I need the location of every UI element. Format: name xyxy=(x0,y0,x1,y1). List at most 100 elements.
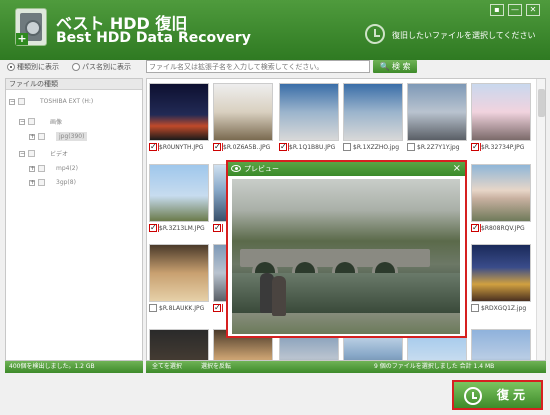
file-name: $R0UNYTH.JPG xyxy=(159,143,204,151)
plus-icon: + xyxy=(16,32,28,45)
tree-checkbox[interactable] xyxy=(28,150,35,157)
file-item[interactable]: $RDXGQ1Z.jpg xyxy=(471,244,533,312)
file-item[interactable]: $R.1Q1B8U.JPG xyxy=(279,83,341,151)
file-checkbox[interactable] xyxy=(149,224,159,232)
radio-dot xyxy=(7,63,15,71)
tree-item-label: TOSHIBA EXT (H:) xyxy=(40,98,94,105)
file-thumbnail[interactable] xyxy=(343,83,403,141)
file-name: $R.0Z6A5B..JPG xyxy=(223,143,271,151)
radio-view-by-type[interactable]: 種類別に表示 xyxy=(7,62,59,72)
file-checkbox[interactable] xyxy=(213,304,223,312)
radio-dot xyxy=(72,63,80,71)
tree-checkbox[interactable] xyxy=(38,179,45,186)
file-item[interactable]: $R0UNYTH.JPG xyxy=(149,83,211,151)
file-name: $RDXGQ1Z.jpg xyxy=(481,304,527,312)
preview-titlebar: プレビュー × xyxy=(228,162,465,176)
tree-checkbox[interactable] xyxy=(38,165,45,172)
selected-count: 9 個のファイルを選択しました 合計 1.4 MB xyxy=(374,363,495,370)
found-status: 400個を検出しました。1.2 GB xyxy=(5,361,143,373)
preview-window: プレビュー × xyxy=(226,160,467,338)
collapse-icon[interactable]: − xyxy=(19,150,25,157)
menu-button[interactable]: ▪ xyxy=(490,4,504,16)
file-checkbox[interactable] xyxy=(471,304,479,312)
radio-label: パス名別に表示 xyxy=(82,63,131,71)
tree-item-mp4[interactable]: + mp4(2) xyxy=(29,165,78,172)
file-thumbnail[interactable] xyxy=(149,329,209,360)
file-item[interactable] xyxy=(149,329,211,360)
file-name: $R.32734P.JPG xyxy=(481,143,525,151)
tree-checkbox[interactable] xyxy=(18,98,25,105)
file-item[interactable]: $R.32734P.JPG xyxy=(471,83,533,151)
file-checkbox[interactable] xyxy=(407,143,415,151)
file-checkbox[interactable] xyxy=(471,143,481,151)
file-thumbnail[interactable] xyxy=(407,83,467,141)
tree-header: ファイルの種類 xyxy=(6,79,142,90)
file-item[interactable] xyxy=(471,329,533,360)
tree-item-images[interactable]: − 画像 xyxy=(19,117,62,126)
history-icon xyxy=(365,24,385,44)
file-item[interactable]: $R.3Z13LM.JPG xyxy=(149,164,211,232)
scrollbar-thumb[interactable] xyxy=(538,89,545,117)
expand-icon[interactable]: + xyxy=(29,133,35,140)
tree-checkbox[interactable] xyxy=(38,133,45,140)
tree-checkbox[interactable] xyxy=(28,118,35,125)
file-checkbox[interactable] xyxy=(279,143,289,151)
file-checkbox[interactable] xyxy=(149,304,157,312)
file-thumbnail[interactable] xyxy=(471,83,531,141)
file-item[interactable]: $R.2Z7Y1Y.jpg xyxy=(407,83,469,151)
tree-item-label: mp4(2) xyxy=(56,165,78,172)
expand-icon[interactable]: + xyxy=(29,165,35,172)
search-icon: 🔍 xyxy=(379,62,390,71)
file-checkbox[interactable] xyxy=(343,143,351,151)
file-checkbox[interactable] xyxy=(213,143,223,151)
file-name: $R.8LAUKK.JPG xyxy=(159,304,205,312)
file-thumbnail[interactable] xyxy=(471,244,531,302)
tree-item-drive[interactable]: − TOSHIBA EXT (H:) xyxy=(9,98,93,105)
history-icon xyxy=(464,387,482,405)
file-thumbnail[interactable] xyxy=(471,329,531,360)
file-thumbnail[interactable] xyxy=(149,244,209,302)
tree-item-jpg[interactable]: + jpg(390) xyxy=(29,132,88,141)
preview-title: プレビュー xyxy=(244,165,279,173)
file-item[interactable]: $R.0Z6A5B..JPG xyxy=(213,83,275,151)
file-name: $R.1Q1B8U.JPG xyxy=(289,143,336,151)
person-figure xyxy=(272,276,286,316)
collapse-icon[interactable]: − xyxy=(9,98,15,105)
minimize-button[interactable]: — xyxy=(508,4,522,16)
file-thumbnail[interactable] xyxy=(149,83,209,141)
file-item[interactable]: $R.1XZZHO.jpg xyxy=(343,83,405,151)
close-button[interactable]: ✕ xyxy=(526,4,540,16)
tree-item-video[interactable]: − ビデオ xyxy=(19,149,68,158)
file-thumbnail[interactable] xyxy=(149,164,209,222)
file-checkbox[interactable] xyxy=(471,224,481,232)
file-thumbnail[interactable] xyxy=(279,83,339,141)
collapse-icon[interactable]: − xyxy=(19,118,25,125)
tree-item-label: jpg(390) xyxy=(56,132,88,141)
selection-status-bar: 全てを選択 選択を反転 9 個のファイルを選択しました 合計 1.4 MB xyxy=(146,361,546,373)
file-name: $R.3Z13LM.JPG xyxy=(159,224,205,232)
file-checkbox[interactable] xyxy=(213,224,223,232)
file-checkbox[interactable] xyxy=(149,143,159,151)
grid-scrollbar[interactable] xyxy=(536,79,545,360)
expand-icon[interactable]: + xyxy=(29,179,35,186)
radio-label: 種類別に表示 xyxy=(17,63,59,71)
tree-item-label: 3gp(8) xyxy=(56,179,76,186)
invert-selection-link[interactable]: 選択を反転 xyxy=(201,361,231,373)
select-all-link[interactable]: 全てを選択 xyxy=(152,361,182,373)
restore-button[interactable]: 復 元 xyxy=(452,380,543,410)
radio-view-by-path[interactable]: パス名別に表示 xyxy=(72,62,131,72)
tree-item-3gp[interactable]: + 3gp(8) xyxy=(29,179,76,186)
file-item[interactable]: $R808RQV.JPG xyxy=(471,164,533,232)
app-logo: + xyxy=(15,8,47,46)
eye-icon xyxy=(231,165,241,172)
file-name: $R808RQV.JPG xyxy=(481,224,525,232)
file-item[interactable]: $R.8LAUKK.JPG xyxy=(149,244,211,312)
tree-item-label: 画像 xyxy=(50,119,63,126)
close-icon[interactable]: × xyxy=(453,162,461,176)
search-input[interactable] xyxy=(146,60,370,73)
file-thumbnail[interactable] xyxy=(213,83,273,141)
search-button[interactable]: 🔍 検 索 xyxy=(373,60,417,73)
file-thumbnail[interactable] xyxy=(471,164,531,222)
app-header: + ベスト HDD 復旧 Best HDD Data Recovery ▪ — … xyxy=(0,0,550,60)
header-hint: 復旧したいファイルを選択してください xyxy=(392,31,536,40)
